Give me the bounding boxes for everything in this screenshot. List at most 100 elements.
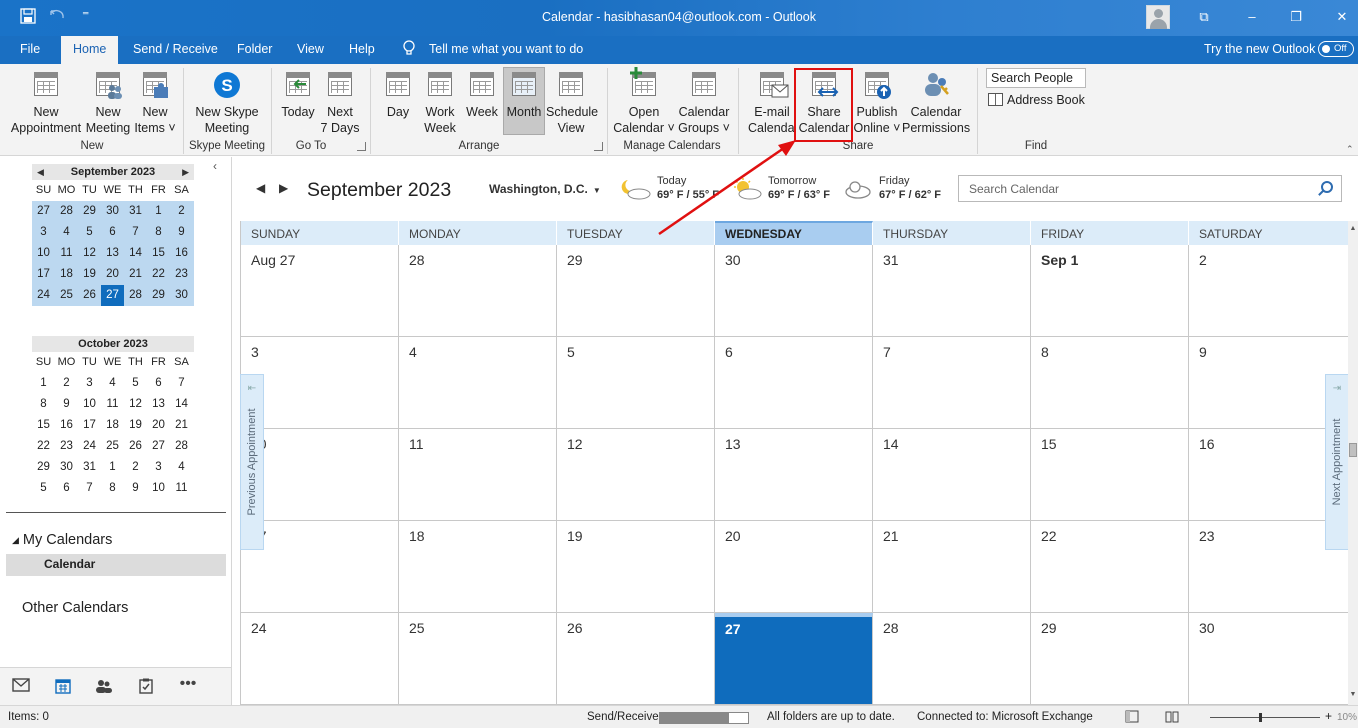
more-apps-icon[interactable]: ••• <box>178 675 198 692</box>
mini-calendar-day[interactable]: 4 <box>55 222 78 243</box>
today-button[interactable]: Today <box>278 68 318 138</box>
mini-calendar-day[interactable]: 6 <box>101 222 124 243</box>
mini-calendar-day[interactable]: 11 <box>101 394 124 415</box>
mini-calendar-day[interactable]: 27 <box>101 285 124 306</box>
calendar-day-cell[interactable]: 25 <box>399 613 557 705</box>
tab-home[interactable]: Home <box>61 36 119 64</box>
calendar-day-cell[interactable]: 31 <box>873 245 1031 337</box>
calendar-day-cell[interactable]: 17 <box>241 521 399 613</box>
scroll-thumb[interactable] <box>1349 443 1357 457</box>
mini-calendar-day[interactable]: 5 <box>32 478 55 499</box>
calendar-day-cell[interactable]: 24 <box>241 613 399 705</box>
mini-calendar-day[interactable]: 17 <box>32 264 55 285</box>
month-view-button[interactable]: Month <box>503 67 545 135</box>
mini-calendar-day[interactable]: 15 <box>32 415 55 436</box>
people-icon[interactable] <box>94 678 114 694</box>
goto-dialog-launcher-icon[interactable] <box>357 142 366 151</box>
previous-month-icon[interactable]: ◀ <box>37 164 44 180</box>
mini-calendar-day[interactable]: 10 <box>147 478 170 499</box>
mini-calendar-day[interactable]: 4 <box>170 457 193 478</box>
previous-month-button[interactable]: ◀ <box>256 181 265 195</box>
mini-calendar-day[interactable]: 22 <box>32 436 55 457</box>
mini-calendar-day[interactable]: 7 <box>124 222 147 243</box>
mini-calendar-day[interactable]: 23 <box>55 436 78 457</box>
user-avatar-icon[interactable] <box>1146 5 1170 29</box>
collapse-pane-icon[interactable]: ‹ <box>213 159 217 173</box>
mini-calendar-day[interactable]: 30 <box>101 201 124 222</box>
mini-calendar-day[interactable]: 1 <box>147 201 170 222</box>
mini-calendar-day[interactable]: 30 <box>55 457 78 478</box>
arrange-dialog-launcher-icon[interactable] <box>594 142 603 151</box>
mini-calendar-day[interactable]: 12 <box>124 394 147 415</box>
mini-calendar-day[interactable]: 9 <box>124 478 147 499</box>
mini-calendar-day[interactable]: 19 <box>78 264 101 285</box>
mini-calendar-day[interactable]: 7 <box>170 373 193 394</box>
mini-calendar-day[interactable]: 20 <box>101 264 124 285</box>
zoom-in-icon[interactable]: + <box>1325 709 1332 723</box>
mini-calendar-day[interactable]: 8 <box>147 222 170 243</box>
mini-calendar-day[interactable]: 15 <box>147 243 170 264</box>
mini-calendar-day[interactable]: 28 <box>170 436 193 457</box>
mini-calendar-day[interactable]: 25 <box>55 285 78 306</box>
mini-calendar-day[interactable]: 22 <box>147 264 170 285</box>
calendar-day-cell[interactable]: 21 <box>873 521 1031 613</box>
publish-online-button[interactable]: Publish Online ˅ <box>853 68 901 138</box>
calendar-day-cell[interactable]: 5 <box>557 337 715 429</box>
mini-calendar-day[interactable]: 6 <box>147 373 170 394</box>
other-calendars-group[interactable]: Other Calendars <box>22 600 128 616</box>
mini-calendar-day[interactable]: 24 <box>78 436 101 457</box>
mini-calendar-day[interactable]: 31 <box>78 457 101 478</box>
mini-calendar-day[interactable]: 27 <box>147 436 170 457</box>
tasks-icon[interactable] <box>136 678 156 694</box>
open-calendar-button[interactable]: Open Calendar ˅ <box>612 67 676 138</box>
calendar-day-cell[interactable]: 4 <box>399 337 557 429</box>
calendar-day-cell[interactable]: 6 <box>715 337 873 429</box>
mini-calendar-day[interactable]: 10 <box>78 394 101 415</box>
mini-calendar-day[interactable]: 28 <box>55 201 78 222</box>
calendar-day-cell[interactable]: 13 <box>715 429 873 521</box>
calendar-day-cell[interactable]: 26 <box>557 613 715 705</box>
mini-calendar-day[interactable]: 13 <box>101 243 124 264</box>
new-meeting-button[interactable]: New Meeting <box>84 68 132 138</box>
mini-calendar-day[interactable]: 17 <box>78 415 101 436</box>
previous-appointment-button[interactable]: ⇤ Previous Appointment <box>240 374 264 550</box>
mini-calendar-day[interactable]: 2 <box>170 201 193 222</box>
mini-calendar-day[interactable]: 18 <box>101 415 124 436</box>
mini-calendar-day[interactable]: 23 <box>170 264 193 285</box>
calendar-folder-item[interactable]: Calendar <box>6 554 226 576</box>
minimize-button[interactable]: – <box>1240 6 1264 28</box>
mini-calendar-day[interactable]: 11 <box>170 478 193 499</box>
next-appointment-button[interactable]: ⇥ Next Appointment <box>1325 374 1349 550</box>
calendar-day-cell[interactable]: Aug 27 <box>241 245 399 337</box>
scroll-down-icon[interactable]: ▼ <box>1348 691 1358 698</box>
restore-button[interactable]: ❐ <box>1284 6 1308 28</box>
my-calendars-group[interactable]: ◢ My Calendars <box>12 532 112 548</box>
mini-calendar-day[interactable]: 1 <box>101 457 124 478</box>
calendar-day-cell[interactable]: Sep 1 <box>1031 245 1189 337</box>
mini-calendar-day[interactable]: 24 <box>32 285 55 306</box>
scroll-up-icon[interactable]: ▲ <box>1348 225 1358 232</box>
week-view-button[interactable]: Week <box>463 68 501 138</box>
mini-calendar-day[interactable]: 16 <box>170 243 193 264</box>
mini-calendar-day[interactable]: 21 <box>124 264 147 285</box>
work-week-view-button[interactable]: Work Week <box>420 68 460 138</box>
day-view-button[interactable]: Day <box>380 68 416 138</box>
search-calendar-input[interactable]: Search Calendar <box>958 175 1342 202</box>
mini-calendar-day[interactable]: 29 <box>78 201 101 222</box>
mini-calendar-day[interactable]: 25 <box>101 436 124 457</box>
mini-calendar-day[interactable]: 3 <box>147 457 170 478</box>
mini-calendar-day[interactable]: 18 <box>55 264 78 285</box>
calendar-day-cell[interactable]: 28 <box>399 245 557 337</box>
normal-view-icon[interactable] <box>1125 710 1139 726</box>
tab-view[interactable]: View <box>297 42 324 56</box>
mini-calendar-day[interactable]: 9 <box>55 394 78 415</box>
tab-send-receive[interactable]: Send / Receive <box>133 42 218 56</box>
close-button[interactable]: ✕ <box>1330 6 1354 28</box>
calendar-day-cell[interactable]: 19 <box>557 521 715 613</box>
tell-me-search[interactable]: Tell me what you want to do <box>429 42 583 56</box>
mini-calendar-day[interactable]: 27 <box>32 201 55 222</box>
next-7-days-button[interactable]: Next 7 Days <box>320 68 360 138</box>
weather-location-dropdown[interactable]: Washington, D.C. ▼ <box>489 182 601 196</box>
new-appointment-button[interactable]: New Appointment <box>6 68 86 138</box>
address-book-button[interactable]: Address Book <box>988 93 1085 107</box>
